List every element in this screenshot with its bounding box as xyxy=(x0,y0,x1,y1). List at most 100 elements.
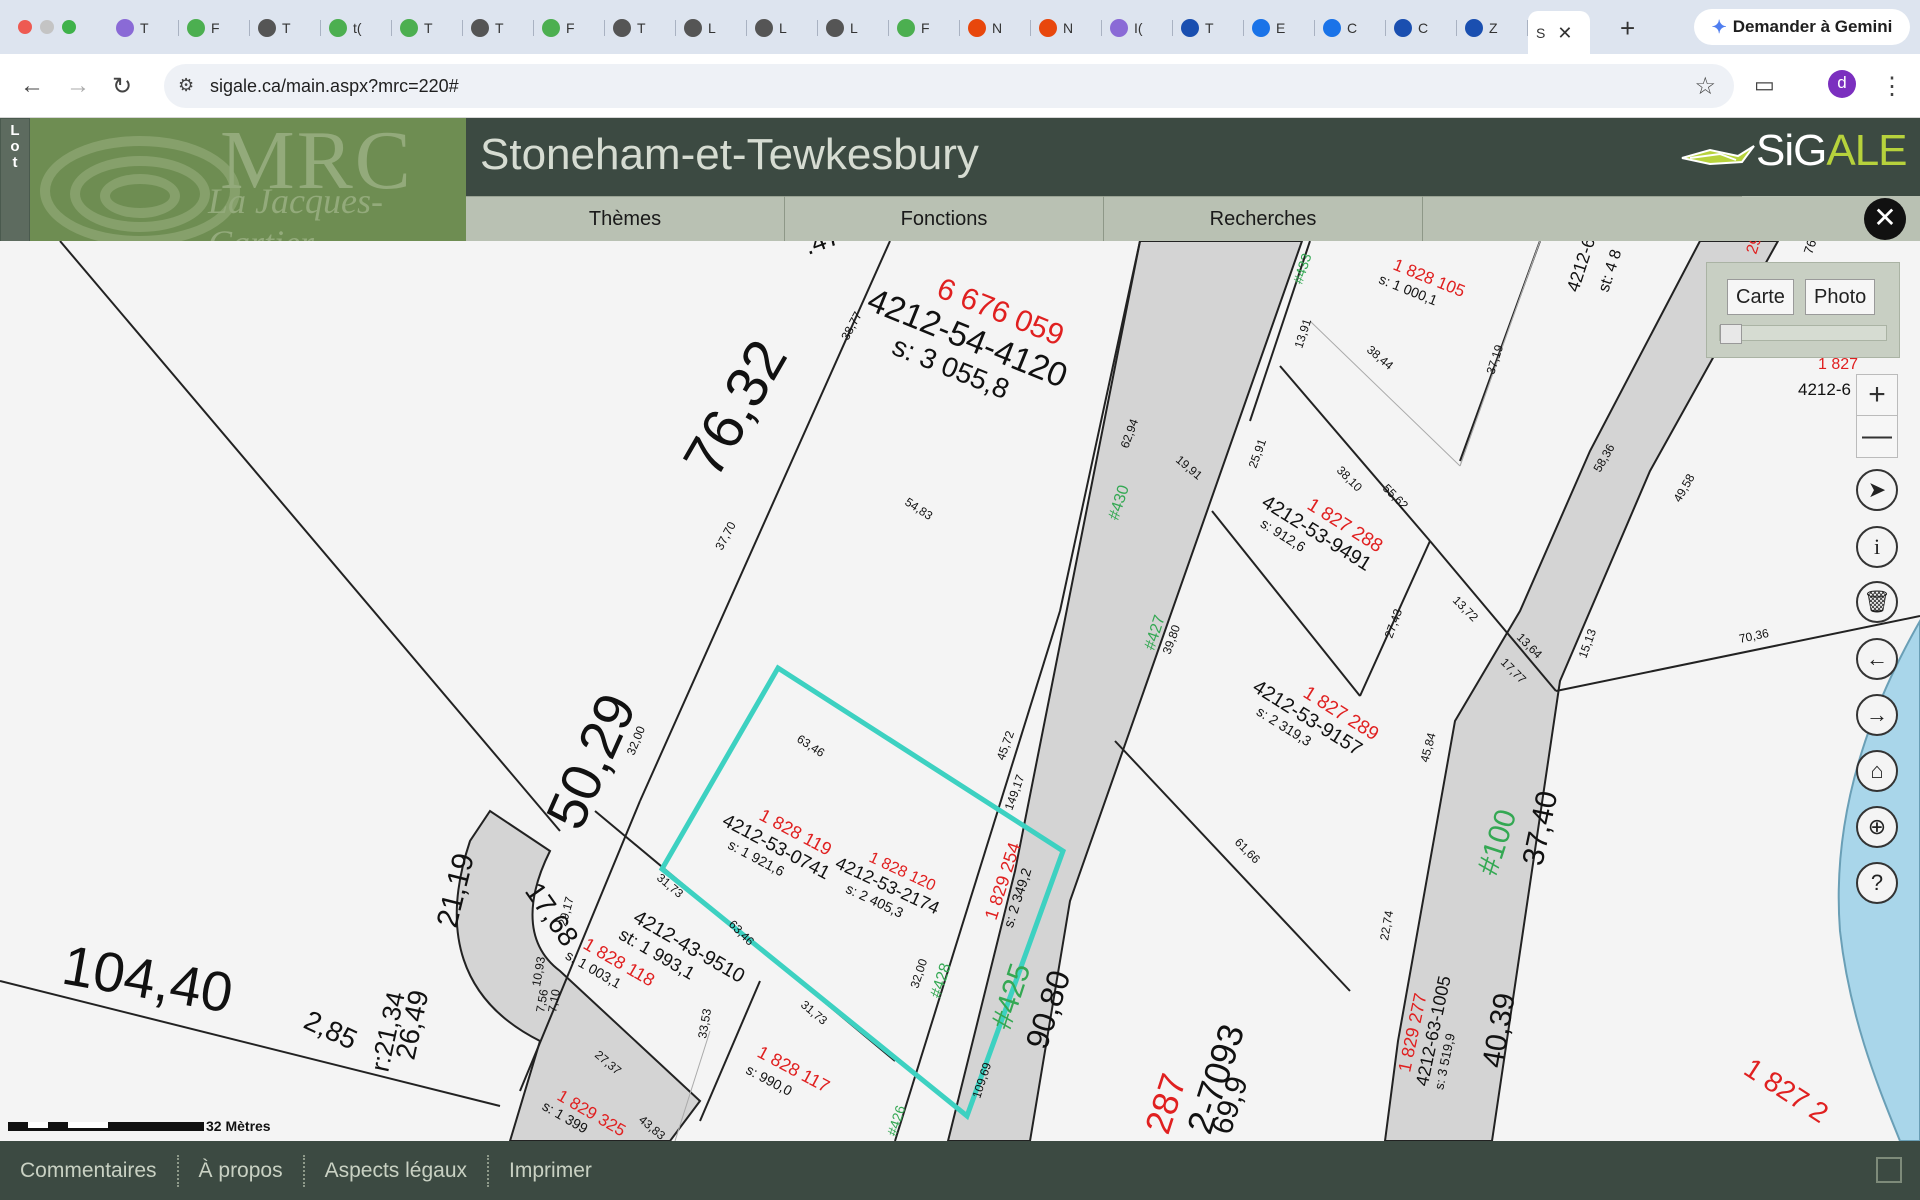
browser-tab[interactable]: L xyxy=(747,11,818,45)
tab-label: L xyxy=(708,20,716,36)
forward-icon[interactable]: → xyxy=(66,72,90,100)
svg-text:76,32: 76,32 xyxy=(671,329,800,487)
zoom-out-button[interactable]: — xyxy=(1857,416,1897,457)
browser-tab[interactable]: N xyxy=(960,11,1031,45)
home-icon[interactable]: ⌂ xyxy=(1856,750,1898,792)
menu-recherches[interactable]: Recherches xyxy=(1104,196,1423,241)
next-extent-icon[interactable]: → xyxy=(1856,694,1898,736)
tab-label: C xyxy=(1418,20,1429,36)
svg-text:104,40: 104,40 xyxy=(58,933,238,1025)
close-panel-button[interactable]: ✕ xyxy=(1864,198,1906,240)
map-view[interactable]: 32 Mètres 1 828 120 4212-53-2174 s: 2 40… xyxy=(0,241,1920,1141)
sigale-bird-icon xyxy=(1681,145,1755,166)
svg-text:38,44: 38,44 xyxy=(1364,343,1396,373)
selected-lot-label[interactable]: 1 828 120 4212-53-2174 s: 2 405,3 xyxy=(825,837,949,933)
svg-text:76: 76 xyxy=(1801,241,1820,256)
zoom-in-button[interactable]: + xyxy=(1857,375,1897,416)
basemap-panel: Carte Photo xyxy=(1706,262,1900,358)
browser-tab[interactable]: T xyxy=(392,11,463,45)
tab-close-icon[interactable]: ✕ xyxy=(1557,23,1572,44)
browser-tab[interactable]: N xyxy=(1031,11,1102,45)
footer-aspects-legaux[interactable]: Aspects légaux xyxy=(305,1159,487,1183)
svg-text:32,00: 32,00 xyxy=(908,957,931,990)
browser-tab[interactable]: T xyxy=(605,11,676,45)
svg-text:37,70: 37,70 xyxy=(712,519,739,552)
browser-tab[interactable]: C xyxy=(1386,11,1457,45)
svg-text:1 827 2: 1 827 2 xyxy=(1739,1052,1834,1129)
footer-a-propos[interactable]: À propos xyxy=(179,1159,303,1183)
trash-icon[interactable]: 🗑 xyxy=(1856,581,1898,623)
cadastre-map[interactable]: 32 Mètres 1 828 120 4212-53-2174 s: 2 40… xyxy=(0,241,1920,1141)
side-tab-letter: L xyxy=(10,122,20,139)
address-bar[interactable]: ⚙ sigale.ca/main.aspx?mrc=220# ☆ xyxy=(164,64,1734,108)
menu-dots-icon[interactable]: ⋮ xyxy=(1880,72,1904,101)
browser-tab[interactable]: F xyxy=(179,11,250,45)
tab-favicon-icon xyxy=(1039,19,1057,37)
photo-button[interactable]: Photo xyxy=(1805,279,1876,315)
locate-icon[interactable]: ⊕ xyxy=(1856,806,1898,848)
svg-text:50,29: 50,29 xyxy=(533,684,648,838)
carte-button[interactable]: Carte xyxy=(1727,279,1794,315)
site-info-icon[interactable]: ⚙ xyxy=(178,75,194,96)
footer: Commentaires À propos Aspects légaux Imp… xyxy=(0,1141,1920,1200)
tab-label: L xyxy=(779,20,787,36)
browser-tab[interactable]: C xyxy=(1315,11,1386,45)
menu-fonctions[interactable]: Fonctions xyxy=(785,196,1104,241)
browser-tab[interactable]: L xyxy=(676,11,747,45)
minimize-window-icon[interactable] xyxy=(40,20,54,34)
browser-toolbar: ← → ↻ ⚙ sigale.ca/main.aspx?mrc=220# ☆ ▭… xyxy=(0,54,1920,118)
close-window-icon[interactable] xyxy=(18,20,32,34)
main-menu: Thèmes Fonctions Recherches xyxy=(466,196,1920,241)
tab-favicon-icon xyxy=(1394,19,1412,37)
url-text[interactable]: sigale.ca/main.aspx?mrc=220# xyxy=(210,76,459,97)
browser-tab[interactable]: T xyxy=(250,11,321,45)
tab-favicon-icon xyxy=(613,19,631,37)
tab-label: F xyxy=(566,20,575,36)
cast-icon[interactable]: ▭ xyxy=(1754,72,1775,98)
opacity-slider[interactable] xyxy=(1719,324,1887,344)
expand-icon[interactable] xyxy=(1876,1157,1902,1183)
svg-text:149,17: 149,17 xyxy=(1002,772,1028,812)
svg-text:4212-6: 4212-6 xyxy=(1798,380,1851,399)
browser-tab[interactable]: t( xyxy=(321,11,392,45)
tab-label: N xyxy=(992,20,1003,36)
new-tab-button[interactable]: + xyxy=(1620,13,1635,44)
brand-si: SiG xyxy=(1756,126,1827,175)
browser-tab[interactable]: F xyxy=(534,11,605,45)
side-tab-letter: o xyxy=(10,138,20,155)
reload-icon[interactable]: ↻ xyxy=(112,72,132,101)
menu-themes[interactable]: Thèmes xyxy=(466,196,785,241)
svg-text:27,43: 27,43 xyxy=(1382,607,1406,640)
slider-handle[interactable] xyxy=(1720,324,1742,344)
previous-extent-icon[interactable]: ← xyxy=(1856,638,1898,680)
maximize-window-icon[interactable] xyxy=(62,20,76,34)
gemini-button[interactable]: ✦ Demander à Gemini xyxy=(1694,9,1910,45)
footer-imprimer[interactable]: Imprimer xyxy=(489,1159,612,1183)
tab-favicon-icon xyxy=(897,19,915,37)
browser-tab[interactable]: T xyxy=(463,11,534,45)
browser-tab-active[interactable]: S ✕ xyxy=(1528,11,1590,55)
profile-avatar[interactable]: d xyxy=(1828,70,1856,98)
browser-tab[interactable]: I( xyxy=(1102,11,1173,45)
info-icon[interactable]: i xyxy=(1856,526,1898,568)
tab-label: T xyxy=(1205,20,1214,36)
bookmark-star-icon[interactable]: ☆ xyxy=(1694,72,1716,101)
tab-favicon-icon xyxy=(1181,19,1199,37)
menu-empty xyxy=(1423,196,1742,241)
tab-label: T xyxy=(140,20,149,36)
help-icon[interactable]: ? xyxy=(1856,862,1898,904)
svg-text:45,84: 45,84 xyxy=(1417,731,1438,764)
browser-tab[interactable]: F xyxy=(889,11,960,45)
page-title: Stoneham-et-Tewkesbury xyxy=(480,130,979,179)
browser-tab[interactable]: L xyxy=(818,11,889,45)
browser-tab[interactable]: E xyxy=(1244,11,1315,45)
browser-tab[interactable]: T xyxy=(108,11,179,45)
compass-icon[interactable]: ➤ xyxy=(1856,469,1898,511)
browser-tab[interactable]: Z xyxy=(1457,11,1528,45)
browser-tab[interactable]: T xyxy=(1173,11,1244,45)
svg-text:.47: .47 xyxy=(800,241,844,261)
footer-commentaires[interactable]: Commentaires xyxy=(0,1159,177,1183)
back-icon[interactable]: ← xyxy=(20,72,44,100)
svg-text:63,46: 63,46 xyxy=(794,732,827,760)
svg-text:#428: #428 xyxy=(928,961,955,1000)
